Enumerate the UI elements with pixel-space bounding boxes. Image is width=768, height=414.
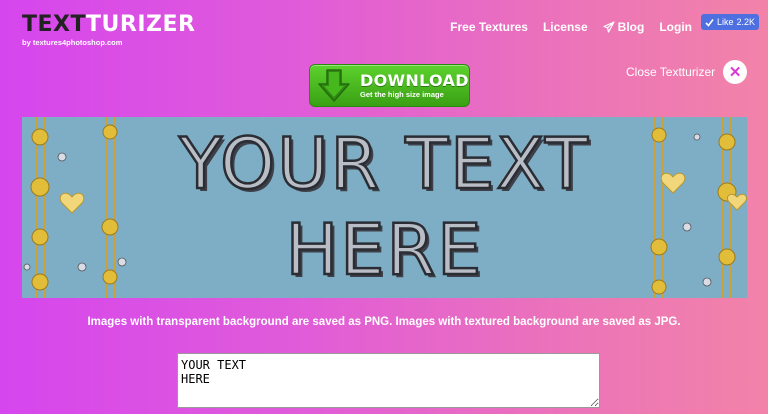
text-input[interactable]: YOUR TEXT HERE [177,353,600,408]
preview-line-2: HERE [284,208,484,293]
save-format-info: Images with transparent background are s… [87,316,681,328]
nav-blog-label: Blog [617,20,645,34]
download-subtitle: Get the high size image [360,90,444,99]
check-icon [705,18,714,27]
top-nav: Free Textures License Blog Login [450,20,692,34]
download-title: DOWNLOAD [360,71,469,90]
paper-plane-icon [603,21,615,33]
logo-part-light: TURIZER [86,12,196,37]
close-textturizer-button[interactable]: Close Textturizer ✕ [626,60,748,84]
nav-license[interactable]: License [543,20,588,34]
download-arrow-icon [318,68,350,102]
facebook-like-label: Like [717,17,734,27]
close-icon[interactable]: ✕ [723,60,748,84]
logo-subtitle: by textures4photoshop.com [22,38,123,47]
nav-free-textures[interactable]: Free Textures [450,20,528,34]
download-button[interactable]: DOWNLOAD Get the high size image [309,64,470,107]
texture-preview: YOUR TEXT HERE [22,117,747,298]
logo-wordmark: TEXT TURIZER [22,14,195,36]
preview-text: YOUR TEXT HERE [22,121,747,293]
close-label: Close Textturizer [626,65,716,79]
nav-login[interactable]: Login [659,20,692,34]
logo[interactable]: TEXT TURIZER by textures4photoshop.com [22,14,195,48]
logo-part-dark: TEXT [22,12,87,37]
facebook-like-button[interactable]: Like 2.2K [701,14,760,30]
preview-line-1: YOUR TEXT [178,122,590,207]
facebook-like-count: 2.2K [736,17,756,27]
nav-blog[interactable]: Blog [603,20,645,34]
